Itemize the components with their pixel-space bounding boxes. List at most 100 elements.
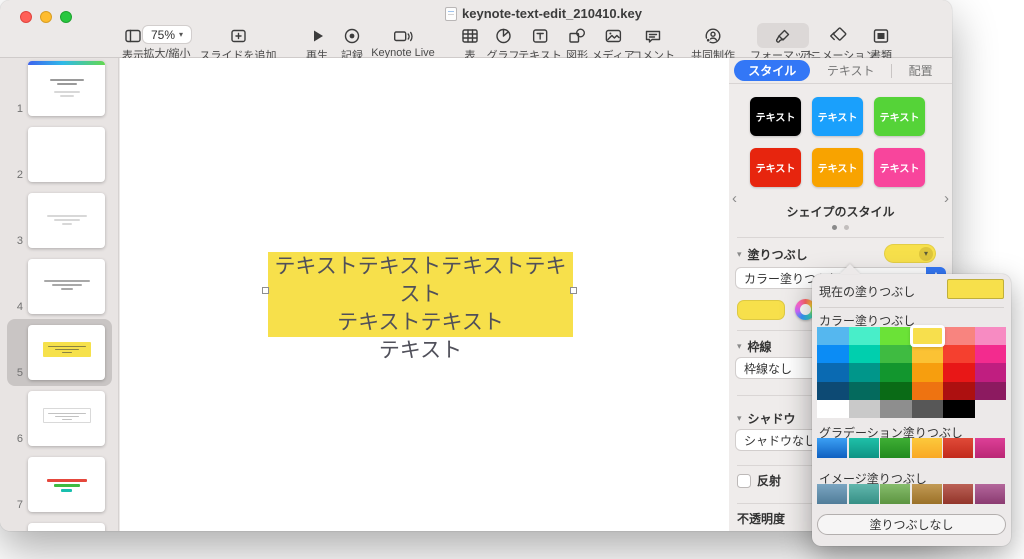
zoom-level-select[interactable]: 75% ▾ <box>141 25 193 44</box>
reflection-checkbox[interactable] <box>737 473 751 488</box>
tab-スタイル[interactable]: スタイル <box>734 60 811 81</box>
tab-テキスト[interactable]: テキスト <box>813 60 889 81</box>
color-cell[interactable] <box>880 345 912 364</box>
inspector-tabs: スタイル テキスト 配置 <box>729 58 952 84</box>
close-button[interactable] <box>20 11 32 23</box>
no-fill-button[interactable]: 塗りつぶしなし <box>817 514 1006 535</box>
fill-color-popover: 現在の塗りつぶし カラー塗りつぶし グラデーション塗りつぶし イメージ塗りつぶし… <box>812 264 1011 546</box>
slide-thumbnail-7[interactable] <box>28 457 105 512</box>
color-cell[interactable] <box>943 363 975 382</box>
image-fill-cell[interactable] <box>880 484 911 504</box>
color-cell[interactable] <box>911 381 943 400</box>
toolbar: 表示 75% ▾ 拡大/縮小 スライドを追加 再生 記録 Keynote Live 表グラフ テキ… <box>0 23 952 62</box>
slide-thumbnail-3[interactable] <box>28 193 105 248</box>
toolbar-zoom-button[interactable]: 75% ▾ 拡大/縮小 <box>141 25 193 61</box>
shape-style-swatch[interactable]: テキスト <box>812 97 863 136</box>
slide-thumbnail-5[interactable] <box>28 325 105 380</box>
paintbrush-icon <box>773 25 793 46</box>
color-cell[interactable] <box>974 363 1006 382</box>
current-fill-swatch <box>947 279 1004 299</box>
slide-thumbnail-2[interactable] <box>28 127 105 182</box>
color-cell[interactable] <box>848 399 880 418</box>
color-cell[interactable] <box>848 381 880 400</box>
zoom-level-value: 75% <box>150 27 176 42</box>
plus-box-icon <box>228 25 248 46</box>
color-cell[interactable] <box>848 345 880 364</box>
color-cell[interactable] <box>880 363 912 382</box>
slide-thumbnail-6[interactable] <box>28 391 105 446</box>
resize-handle-left[interactable] <box>262 287 269 294</box>
live-display-icon <box>392 25 414 46</box>
color-cell[interactable] <box>848 327 880 346</box>
color-cell[interactable] <box>880 399 912 418</box>
chevron-down-icon: ▾ <box>919 246 933 261</box>
shadow-type-value: シャドウなし <box>744 433 817 448</box>
current-fill-label: 現在の塗りつぶし <box>819 285 916 299</box>
slide-canvas[interactable]: テキストテキストテキストテキスト テキストテキスト テキスト <box>120 58 729 531</box>
slide-number: 3 <box>16 235 23 247</box>
resize-handle-right[interactable] <box>570 287 577 294</box>
slide-thumbnail-8[interactable] <box>28 523 105 531</box>
fill-color-well[interactable] <box>737 299 785 320</box>
color-cell[interactable] <box>974 381 1006 400</box>
image-fill-cell[interactable] <box>911 484 942 504</box>
image-fill-cell[interactable] <box>943 484 974 504</box>
gradient-fill-cell[interactable] <box>817 438 848 458</box>
toolbar-klive-button[interactable]: Keynote Live <box>371 25 435 59</box>
tab-配置[interactable]: 配置 <box>895 60 947 81</box>
text-line: テキストテキストテキストテキスト <box>274 255 567 306</box>
shape-style-swatch[interactable]: テキスト <box>750 97 801 136</box>
color-cell[interactable] <box>848 363 880 382</box>
document-settings-icon <box>871 25 891 46</box>
gradient-fill-cell[interactable] <box>943 438 974 458</box>
shape-style-swatch[interactable]: テキスト <box>874 97 925 136</box>
selected-text-box[interactable]: テキストテキストテキストテキスト テキストテキスト テキスト <box>268 252 573 362</box>
color-cell[interactable] <box>911 363 943 382</box>
color-cell[interactable] <box>880 327 912 346</box>
image-fill-cell[interactable] <box>848 484 879 504</box>
gradient-fill-cell[interactable] <box>911 438 942 458</box>
color-cell[interactable] <box>817 345 849 364</box>
color-cell[interactable] <box>817 363 849 382</box>
popover-arrow <box>840 264 860 274</box>
color-fill-grid <box>817 324 1006 418</box>
slide-thumbnail-1[interactable] <box>28 61 105 116</box>
border-type-value: 枠線なし <box>744 361 793 376</box>
zoom-window-button[interactable] <box>60 11 72 23</box>
color-cell[interactable] <box>974 327 1006 346</box>
play-icon <box>308 25 326 46</box>
color-cell[interactable] <box>974 345 1006 364</box>
color-cell[interactable] <box>880 381 912 400</box>
sidebar-panel-icon <box>123 25 143 46</box>
fill-color-pill[interactable]: ▾ <box>884 244 936 263</box>
gradient-fill-cell[interactable] <box>848 438 879 458</box>
color-cell[interactable] <box>817 399 849 418</box>
shape-style-swatch[interactable]: テキスト <box>750 148 801 187</box>
shape-style-swatch[interactable]: テキスト <box>874 148 925 187</box>
color-cell[interactable] <box>943 345 975 364</box>
color-cell[interactable] <box>943 327 975 346</box>
chevron-down-icon[interactable]: ▾ <box>737 341 742 352</box>
slide-number: 7 <box>16 499 23 511</box>
minimize-button[interactable] <box>40 11 52 23</box>
color-cell[interactable] <box>909 324 945 348</box>
border-section-label: 枠線 <box>747 340 772 354</box>
text-box-icon <box>530 25 550 46</box>
color-cell[interactable] <box>943 381 975 400</box>
gradient-fill-cell[interactable] <box>974 438 1006 458</box>
chevron-down-icon[interactable]: ▾ <box>737 249 742 260</box>
chevron-down-icon[interactable]: ▾ <box>737 413 742 424</box>
image-fill-cell[interactable] <box>817 484 848 504</box>
color-cell[interactable] <box>911 345 943 364</box>
color-cell[interactable] <box>817 381 849 400</box>
slide-thumbnail-4[interactable] <box>28 259 105 314</box>
screen: keynote-text-edit_210410.key 表示 75% ▾ 拡大/縮小… <box>0 0 1024 559</box>
color-cell[interactable] <box>817 327 849 346</box>
gradient-fill-cell[interactable] <box>880 438 911 458</box>
color-cell[interactable] <box>943 399 975 418</box>
image-fill-cell[interactable] <box>974 484 1006 504</box>
color-cell[interactable] <box>911 399 943 418</box>
window-title: keynote-text-edit_210410.key <box>462 6 642 21</box>
style-page-dots[interactable] <box>729 225 952 230</box>
shape-style-swatch[interactable]: テキスト <box>812 148 863 187</box>
